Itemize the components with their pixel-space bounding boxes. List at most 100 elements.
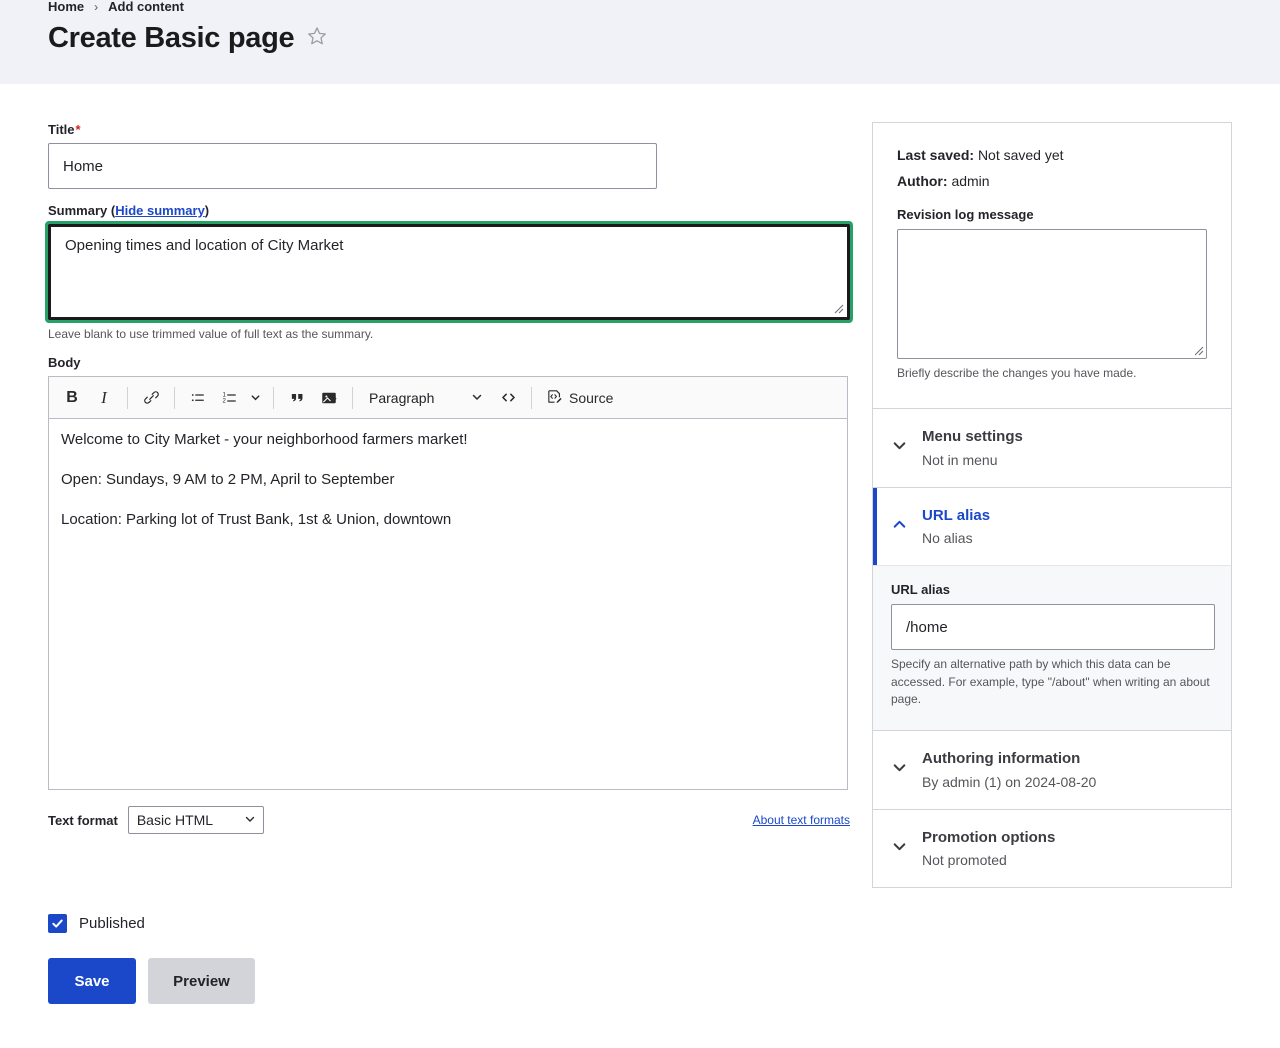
revision-log-textarea[interactable] [897,229,1207,359]
svg-text:1: 1 [223,392,227,398]
paragraph-style-label: Paragraph [369,390,434,406]
toolbar-divider [352,387,353,409]
authoring-information-title: Authoring information [922,749,1096,769]
chevron-up-icon [891,516,908,538]
body-paragraph: Location: Parking lot of Trust Bank, 1st… [61,509,835,531]
title-label: Title* [48,122,848,137]
bold-button[interactable]: B [57,383,87,413]
italic-label: I [101,388,107,408]
numbered-list-split-button[interactable]: 1 2 [215,383,265,413]
body-label: Body [48,355,848,370]
source-button[interactable]: Source [540,383,619,413]
page-layout: Title* Summary (Hide summary) Leave blan… [0,84,1280,1004]
summary-label-suffix: ) [205,203,209,218]
menu-settings-title: Menu settings [922,427,1023,447]
svg-text:2: 2 [223,398,227,404]
source-editing-icon [546,388,563,408]
required-marker: * [76,122,81,137]
last-saved-line: Last saved: Not saved yet [897,147,1207,163]
link-icon[interactable] [136,383,166,413]
text-format-row: Text format Basic HTML About text format… [48,806,850,834]
summary-field-group: Summary (Hide summary) Leave blank to us… [48,203,848,343]
body-editor-content[interactable]: Welcome to City Market - your neighborho… [48,418,848,790]
author-value: admin [951,173,989,189]
toolbar-divider [531,387,532,409]
title-field-group: Title* [48,122,848,189]
main-form-column: Title* Summary (Hide summary) Leave blan… [48,84,848,1004]
paragraph-style-dropdown[interactable]: Paragraph [361,383,491,413]
preview-button[interactable]: Preview [148,958,255,1004]
url-alias-panel: URL alias Specify an alternative path by… [873,565,1231,730]
chevron-down-icon [891,437,908,459]
sidebar-section-menu-settings: Menu settings Not in menu [873,409,1231,487]
numbered-list-chevron-down-icon[interactable] [245,383,265,413]
numbered-list-icon[interactable]: 1 2 [215,383,245,413]
body-field-group: Body B I [48,355,848,834]
toolbar-divider [174,387,175,409]
sidebar: Last saved: Not saved yet Author: admin … [872,122,1232,888]
toolbar-divider [273,387,274,409]
hide-summary-link[interactable]: Hide summary [115,203,205,218]
breadcrumb-separator: › [94,0,98,14]
sidebar-section-authoring-information: Authoring information By admin (1) on 20… [873,731,1231,809]
author-line: Author: admin [897,173,1207,189]
image-upload-icon[interactable] [314,383,344,413]
last-saved-value: Not saved yet [978,147,1064,163]
node-meta-block: Last saved: Not saved yet Author: admin … [873,123,1231,409]
published-checkbox[interactable] [48,914,67,933]
url-alias-label: URL alias [891,582,1209,597]
title-label-text: Title [48,122,75,137]
menu-settings-header[interactable]: Menu settings Not in menu [873,409,1231,486]
italic-button[interactable]: I [89,383,119,413]
promotion-options-summary: Not promoted [922,851,1055,869]
text-format-label: Text format [48,813,118,828]
bold-label: B [66,389,78,407]
chevron-down-icon [891,759,908,781]
star-outline-icon[interactable] [306,25,328,52]
body-paragraph: Open: Sundays, 9 AM to 2 PM, April to Se… [61,469,835,491]
about-text-formats-link[interactable]: About text formats [753,813,850,827]
summary-label-prefix: Summary ( [48,203,115,218]
url-alias-input[interactable] [891,604,1215,650]
promotion-options-title: Promotion options [922,828,1055,848]
sidebar-section-promotion-options: Promotion options Not promoted [873,810,1231,887]
blockquote-icon[interactable] [282,383,312,413]
summary-textarea[interactable] [48,224,850,320]
text-format-value: Basic HTML [137,812,213,828]
page-header: Home › Add content Create Basic page [0,0,1280,84]
breadcrumb-item-add-content[interactable]: Add content [108,0,184,14]
authoring-information-header[interactable]: Authoring information By admin (1) on 20… [873,731,1231,808]
author-label: Author: [897,173,948,189]
breadcrumb-item-home[interactable]: Home [48,0,84,14]
menu-settings-summary: Not in menu [922,451,1023,469]
url-alias-header[interactable]: URL alias No alias [873,488,1231,565]
published-row[interactable]: Published [48,914,848,933]
save-button[interactable]: Save [48,958,136,1004]
body-paragraph: Welcome to City Market - your neighborho… [61,429,835,451]
chevron-down-icon [891,838,908,860]
revision-log-label: Revision log message [897,207,1207,222]
url-alias-summary: No alias [922,529,990,547]
url-alias-description: Specify an alternative path by which thi… [891,656,1215,708]
form-actions: Save Preview [48,958,848,1004]
chevron-down-icon [471,390,483,406]
authoring-information-summary: By admin (1) on 2024-08-20 [922,773,1096,791]
toolbar-divider [127,387,128,409]
title-input[interactable] [48,143,657,189]
last-saved-label: Last saved: [897,147,974,163]
breadcrumb: Home › Add content [48,0,1232,14]
url-alias-title: URL alias [922,506,990,526]
code-icon[interactable] [493,383,523,413]
editor-toolbar: B I [48,376,848,418]
page-title: Create Basic page [48,22,294,55]
promotion-options-header[interactable]: Promotion options Not promoted [873,810,1231,887]
summary-description: Leave blank to use trimmed value of full… [48,326,848,343]
published-label: Published [79,915,145,932]
title-row: Create Basic page [48,22,1232,55]
text-format-select[interactable]: Basic HTML [128,806,264,834]
source-label: Source [569,390,613,406]
chevron-down-icon [244,812,256,828]
revision-log-description: Briefly describe the changes you have ma… [897,365,1207,382]
bulleted-list-icon[interactable] [183,383,213,413]
summary-label: Summary (Hide summary) [48,203,848,218]
